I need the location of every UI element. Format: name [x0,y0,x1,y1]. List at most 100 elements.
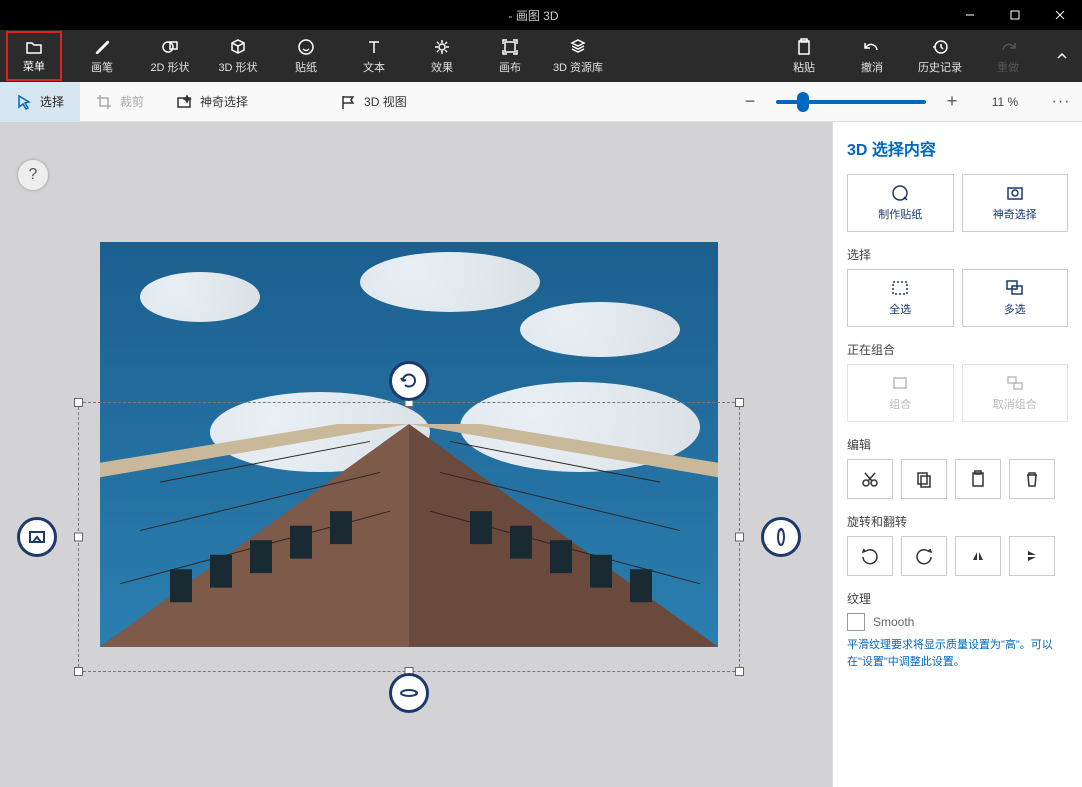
close-button[interactable] [1037,0,1082,30]
menu-button[interactable]: 菜单 [6,31,62,81]
titlebar: - 画图 3D [0,0,1082,30]
rotate-ccw-button[interactable] [847,536,893,576]
spin-icon [771,527,791,547]
library-3d-button[interactable]: 3D 资源库 [544,30,612,82]
effects-button[interactable]: 效果 [408,30,476,82]
canvas-button[interactable]: 画布 [476,30,544,82]
zoom-slider-thumb[interactable] [797,92,809,112]
shapes-3d-button[interactable]: 3D 形状 [204,30,272,82]
delete-button[interactable] [1009,459,1055,499]
select-section-label: 选择 [847,246,1068,263]
handle-right[interactable] [735,533,744,542]
brush-icon [93,38,111,56]
handle-bottom-left[interactable] [74,667,83,676]
text-button[interactable]: 文本 [340,30,408,82]
ungroup-button: 取消组合 [962,364,1069,422]
trash-icon [1023,470,1041,488]
canvas-icon [501,38,519,56]
redo-button[interactable]: 重做 [974,30,1042,82]
flip-v-icon [1023,547,1041,565]
smooth-label: Smooth [873,615,914,629]
depth-handle[interactable] [17,517,57,557]
texture-hint: 平滑纹理要求将显示质量设置为"高"。可以在"设置"中调整此设置。 [847,637,1068,670]
multi-select-button[interactable]: 多选 [962,269,1069,327]
magic-select-tool[interactable]: 神奇选择 [160,82,264,122]
rotate-section-label: 旋转和翻转 [847,513,1068,530]
side-title: 3D 选择内容 [847,136,1068,160]
view-3d-tool[interactable]: 3D 视图 [324,82,423,122]
make-sticker-button[interactable]: 制作贴纸 [847,174,954,232]
orbit-icon [399,683,419,703]
crop-tool[interactable]: 裁剪 [80,82,160,122]
history-icon [931,38,949,56]
cut-button[interactable] [847,459,893,499]
paste-button[interactable]: 粘贴 [770,30,838,82]
brush-button[interactable]: 画笔 [68,30,136,82]
zoom-slider[interactable] [776,100,926,104]
zoom-out-button[interactable]: − [738,91,762,112]
handle-left[interactable] [74,533,83,542]
cut-icon [861,470,879,488]
zoom-in-button[interactable]: + [940,91,964,112]
folder-icon [25,38,43,56]
paste-edit-button[interactable] [955,459,1001,499]
magic-select-button[interactable]: 神奇选择 [962,174,1069,232]
minimize-button[interactable] [947,0,992,30]
copy-button[interactable] [901,459,947,499]
undo-icon [863,38,881,56]
multi-select-icon [1005,279,1025,297]
rotate-icon [399,371,419,391]
flip-h-icon [969,547,987,565]
select-all-button[interactable]: 全选 [847,269,954,327]
redo-icon [999,38,1017,56]
copy-icon [915,470,933,488]
maximize-button[interactable] [992,0,1037,30]
flip-horizontal-button[interactable] [955,536,1001,576]
rotate-ccw-icon [861,547,879,565]
handle-bottom-right[interactable] [735,667,744,676]
shapes-2d-button[interactable]: 2D 形状 [136,30,204,82]
crop-icon [96,94,112,110]
shape2d-icon [161,38,179,56]
main-toolbar: 菜单 画笔 2D 形状 3D 形状 贴纸 文本 效果 画布 3D 资源库 粘贴 … [0,30,1082,82]
select-all-icon [890,279,910,297]
history-button[interactable]: 历史记录 [906,30,974,82]
shape3d-icon [229,38,247,56]
depth-icon [27,527,47,547]
zoom-value: 11 % [978,95,1032,109]
rotate-cw-button[interactable] [901,536,947,576]
magic-icon [176,94,192,110]
rotate-y-handle[interactable] [389,673,429,713]
menu-label: 菜单 [23,58,45,74]
more-options-button[interactable]: ··· [1046,93,1076,111]
cursor-icon [16,94,32,110]
text-icon [365,38,383,56]
grouping-section-label: 正在组合 [847,341,1068,358]
help-button[interactable]: ? [18,160,48,190]
sub-toolbar: 选择 裁剪 神奇选择 3D 视图 − + 11 % ··· [0,82,1082,122]
undo-button[interactable]: 撤消 [838,30,906,82]
side-panel: 3D 选择内容 制作贴纸 神奇选择 选择 全选 [832,122,1082,787]
handle-top-left[interactable] [74,398,83,407]
rotate-z-handle[interactable] [389,361,429,401]
stickers-button[interactable]: 贴纸 [272,30,340,82]
selection-box[interactable] [78,402,740,672]
edit-section-label: 编辑 [847,436,1068,453]
chevron-up-icon [1055,49,1069,63]
window-title: - 画图 3D [120,7,947,24]
paste-icon [795,38,813,56]
magic-select-icon [1005,184,1025,202]
flip-vertical-button[interactable] [1009,536,1055,576]
library-icon [569,38,587,56]
flag-icon [340,94,356,110]
sticker-icon [297,38,315,56]
rotate-cw-icon [915,547,933,565]
smooth-checkbox[interactable] [847,613,865,631]
select-tool[interactable]: 选择 [0,82,80,122]
ungroup-icon [1005,374,1025,392]
effects-icon [433,38,451,56]
handle-top-right[interactable] [735,398,744,407]
rotate-x-handle[interactable] [761,517,801,557]
collapse-toolbar-button[interactable] [1042,30,1082,82]
canvas-area[interactable]: ? [0,122,832,787]
